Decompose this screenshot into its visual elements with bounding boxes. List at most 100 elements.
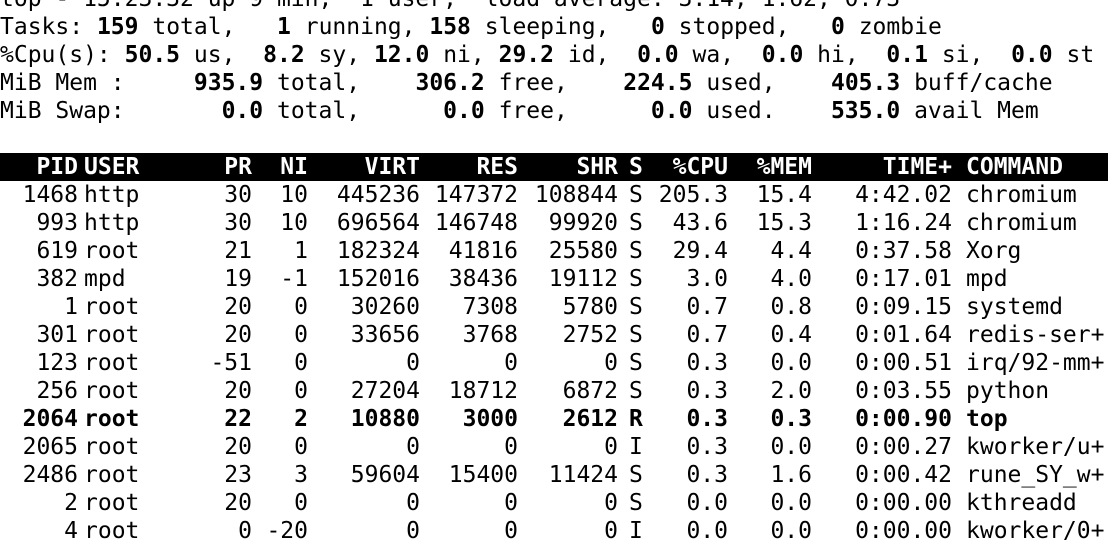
tasks-sleeping-label: sleeping, <box>484 14 610 40</box>
process-res: 18712 <box>448 378 518 404</box>
cpu-si-label: si, <box>941 42 984 68</box>
process-row[interactable]: 2065 root 20 0 0 0 0 I 0.3 0.0 0:00.27 k… <box>0 433 1108 461</box>
process-nice: 0 <box>294 434 308 460</box>
process-virt: 152016 <box>336 266 420 292</box>
process-row[interactable]: 1468 http 30 10 445236 147372 108844 S 2… <box>0 181 1108 209</box>
swap-total-label: total, <box>276 98 361 124</box>
process-nice: 0 <box>294 490 308 516</box>
process-row[interactable]: 256 root 20 0 27204 18712 6872 S 0.3 2.0… <box>0 377 1108 405</box>
process-cpu: 3.0 <box>686 266 728 292</box>
process-user: root <box>84 350 140 376</box>
process-command: mpd <box>966 266 1008 292</box>
cpu-label: %Cpu(s): <box>0 42 111 68</box>
process-state: S <box>629 182 643 208</box>
process-user: root <box>84 294 140 320</box>
process-time: 0:09.15 <box>855 294 952 320</box>
process-priority: 20 <box>224 490 252 516</box>
cpu-hi: 0.0 <box>761 42 804 68</box>
process-time: 0:17.01 <box>855 266 952 292</box>
column-header-cpu[interactable]: %CPU <box>654 153 728 181</box>
mem-used: 224.5 <box>623 70 693 96</box>
cpu-sy: 8.2 <box>263 42 305 68</box>
process-cpu: 0.3 <box>686 406 728 432</box>
process-mem: 0.0 <box>770 434 812 460</box>
process-time: 0:00.90 <box>855 406 952 432</box>
process-pid: 1468 <box>22 182 78 208</box>
process-command: irq/92-mm+ <box>966 350 1105 376</box>
process-virt: 30260 <box>350 294 420 320</box>
tasks-stopped-label: stopped, <box>678 14 790 40</box>
process-priority: 22 <box>224 406 252 432</box>
process-state: S <box>629 378 643 404</box>
process-virt: 33656 <box>350 322 420 348</box>
column-header-command[interactable]: COMMAND <box>966 153 1108 181</box>
process-virt: 27204 <box>350 378 420 404</box>
process-time: 1:16.24 <box>855 210 952 236</box>
column-header-res[interactable]: RES <box>422 153 518 181</box>
process-res: 0 <box>504 434 518 460</box>
process-row[interactable]: 2 root 20 0 0 0 0 S 0.0 0.0 0:00.00 kthr… <box>0 489 1108 517</box>
process-mem: 0.4 <box>770 322 812 348</box>
process-command: rune_SY_w+ <box>966 462 1105 488</box>
process-priority: 20 <box>224 294 252 320</box>
process-row[interactable]: 382 mpd 19 -1 152016 38436 19112 S 3.0 4… <box>0 265 1108 293</box>
column-header-user[interactable]: USER <box>84 153 194 181</box>
process-row[interactable]: 1 root 20 0 30260 7308 5780 S 0.7 0.8 0:… <box>0 293 1108 321</box>
process-command: top <box>966 406 1008 432</box>
column-header-shr[interactable]: SHR <box>520 153 618 181</box>
process-time: 0:00.27 <box>855 434 952 460</box>
process-row[interactable]: 993 http 30 10 696564 146748 99920 S 43.… <box>0 209 1108 237</box>
process-time: 0:01.64 <box>855 322 952 348</box>
top-terminal[interactable]: top - 15:23:32 up 9 min, 1 user, load av… <box>0 0 1108 545</box>
process-priority: 23 <box>224 462 252 488</box>
column-header-pid[interactable]: PID <box>0 153 78 181</box>
process-nice: 3 <box>294 462 308 488</box>
process-row-highlighted[interactable]: 2064 root 22 2 10880 3000 2612 R 0.3 0.3… <box>0 405 1108 433</box>
process-virt: 0 <box>406 490 420 516</box>
column-header-virt[interactable]: VIRT <box>310 153 420 181</box>
tasks-running: 1 <box>277 14 291 40</box>
process-cpu: 0.3 <box>686 378 728 404</box>
process-res: 15400 <box>448 462 518 488</box>
process-nice: 0 <box>294 294 308 320</box>
process-row[interactable]: 2486 root 23 3 59604 15400 11424 S 0.3 1… <box>0 461 1108 489</box>
mem-line: MiB Mem : 935.9 total, 306.2 free, 224.5… <box>0 69 1108 97</box>
process-command: python <box>966 378 1050 404</box>
mem-free: 306.2 <box>415 70 485 96</box>
process-nice: 0 <box>294 322 308 348</box>
process-cpu: 29.4 <box>672 238 728 264</box>
process-command: chromium <box>966 182 1077 208</box>
column-header-ni[interactable]: NI <box>256 153 308 181</box>
process-pid: 2486 <box>22 462 78 488</box>
process-mem: 0.0 <box>770 350 812 376</box>
process-row[interactable]: 619 root 21 1 182324 41816 25580 S 29.4 … <box>0 237 1108 265</box>
process-row[interactable]: 4 root 0 -20 0 0 0 I 0.0 0.0 0:00.00 kwo… <box>0 517 1108 545</box>
process-row[interactable]: 123 root -51 0 0 0 0 S 0.3 0.0 0:00.51 i… <box>0 349 1108 377</box>
process-mem: 0.0 <box>770 490 812 516</box>
process-virt: 182324 <box>336 238 420 264</box>
process-res: 3768 <box>462 322 518 348</box>
column-header-state[interactable]: S <box>629 153 649 181</box>
process-state: I <box>629 518 643 544</box>
column-header-pr[interactable]: PR <box>196 153 252 181</box>
process-command: kworker/0+ <box>966 518 1105 544</box>
process-command: systemd <box>966 294 1063 320</box>
tasks-total-label: total, <box>152 14 236 40</box>
column-header-time[interactable]: TIME+ <box>840 153 952 181</box>
process-shr: 2612 <box>562 406 618 432</box>
process-nice: 10 <box>280 182 308 208</box>
process-row[interactable]: 301 root 20 0 33656 3768 2752 S 0.7 0.4 … <box>0 321 1108 349</box>
swap-used-label: used. <box>706 98 776 124</box>
process-priority: 30 <box>224 182 252 208</box>
process-time: 0:00.51 <box>855 350 952 376</box>
cpu-id-label: id, <box>567 42 610 68</box>
process-nice: 0 <box>294 378 308 404</box>
mem-buff: 405.3 <box>830 70 901 96</box>
process-command: redis-ser+ <box>966 322 1105 348</box>
process-cpu: 0.3 <box>686 434 728 460</box>
tasks-sleeping: 158 <box>429 14 471 40</box>
process-state: S <box>629 266 643 292</box>
column-header-mem[interactable]: %MEM <box>730 153 812 181</box>
process-nice: 10 <box>280 210 308 236</box>
process-pid: 382 <box>36 266 78 292</box>
